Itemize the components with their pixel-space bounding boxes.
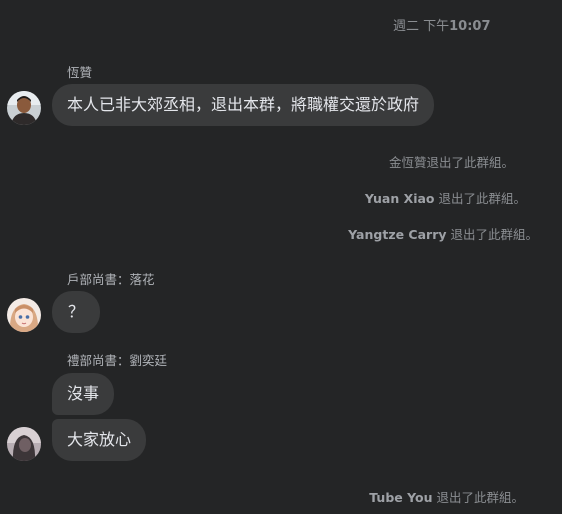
- system-notice-text: 退出了此群組。: [434, 191, 526, 206]
- system-notice: Yuan Xiao 退出了此群組。: [365, 188, 526, 207]
- system-notice: Tube You 退出了此群組。: [369, 487, 524, 506]
- message-bubble[interactable]: 大家放心: [52, 419, 147, 461]
- avatar-man-image: [7, 91, 41, 125]
- sender-name: 禮部尚書：劉奕廷: [67, 353, 168, 368]
- system-notice-text: 退出了此群組。: [446, 227, 538, 242]
- system-notice: 金恆贊退出了此群組。: [389, 152, 514, 171]
- timestamp-time: 10:07: [449, 19, 491, 34]
- timestamp-day: 週二 下午: [393, 19, 450, 34]
- system-notice: Yangtze Carry 退出了此群組。: [348, 224, 538, 243]
- timestamp: 週二 下午10:07: [393, 15, 491, 34]
- message-bubble[interactable]: 沒事: [52, 373, 115, 415]
- message-bubble[interactable]: 本人已非大郊丞相，退出本群，將職權交還於政府: [52, 84, 435, 126]
- system-notice-text: 金恆贊退出了此群組。: [388, 155, 514, 170]
- avatar[interactable]: [7, 91, 41, 125]
- system-notice-user: Tube You: [369, 490, 433, 505]
- message-bubble[interactable]: ？: [52, 291, 100, 333]
- chat-thread: 週二 下午10:07 恆贊 本人已非大郊丞相，退出本群，將職權交還於政府 金恆贊…: [0, 0, 562, 514]
- sender-name: 恆贊: [67, 65, 93, 80]
- system-notice-user: Yuan Xiao: [364, 191, 435, 206]
- avatar-anime-girl-image: [7, 298, 41, 332]
- system-notice-user: Yangtze Carry: [348, 227, 447, 242]
- avatar[interactable]: [7, 427, 41, 461]
- avatar[interactable]: [7, 298, 41, 332]
- avatar-silhouette-image: [7, 427, 41, 461]
- system-notice-text: 退出了此群組。: [432, 490, 524, 505]
- sender-name: 戶部尚書：落花: [67, 272, 155, 287]
